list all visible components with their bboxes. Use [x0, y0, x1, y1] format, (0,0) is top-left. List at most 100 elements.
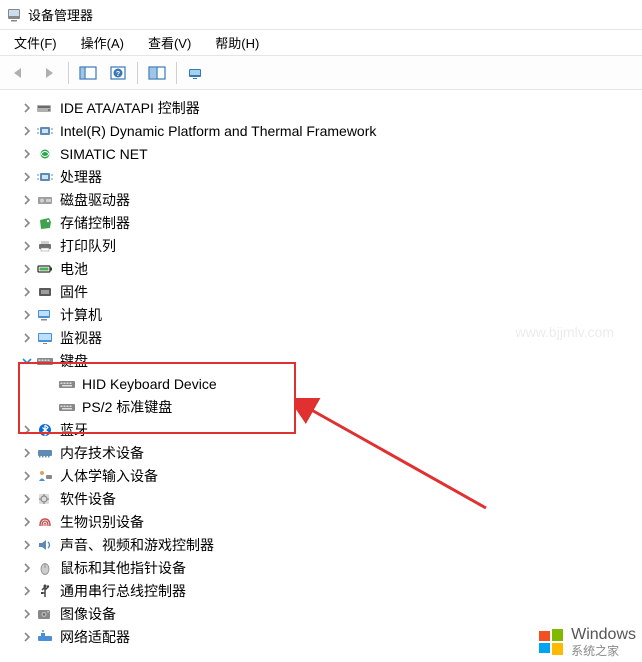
- battery-icon: [36, 260, 54, 278]
- computer-icon: [36, 306, 54, 324]
- tree-item-label: 计算机: [60, 305, 102, 325]
- tree-item[interactable]: 处理器: [0, 165, 642, 188]
- cpu-icon: [36, 168, 54, 186]
- tree-item-label: 键盘: [60, 351, 88, 371]
- collapse-icon[interactable]: [20, 354, 34, 368]
- expand-icon[interactable]: [20, 630, 34, 644]
- expand-icon[interactable]: [20, 308, 34, 322]
- tree-item-label: 通用串行总线控制器: [60, 581, 186, 601]
- device-tree[interactable]: IDE ATA/ATAPI 控制器 Intel(R) Dynamic Platfo…: [0, 90, 642, 660]
- menu-help[interactable]: 帮助(H): [207, 31, 267, 54]
- tree-item[interactable]: 人体学输入设备: [0, 464, 642, 487]
- expand-icon[interactable]: [20, 469, 34, 483]
- network-icon: [36, 628, 54, 646]
- properties-button[interactable]: [143, 59, 171, 87]
- image-icon: [36, 605, 54, 623]
- windows-icon: [539, 629, 565, 655]
- tree-item[interactable]: 软件设备: [0, 487, 642, 510]
- tree-item-label: 内存技术设备: [60, 443, 144, 463]
- window-title: 设备管理器: [28, 5, 93, 24]
- ide-icon: [36, 99, 54, 117]
- memory-icon: [36, 444, 54, 462]
- tree-item[interactable]: 蓝牙: [0, 418, 642, 441]
- tree-item[interactable]: 鼠标和其他指针设备: [0, 556, 642, 579]
- expand-icon[interactable]: [20, 170, 34, 184]
- expand-icon[interactable]: [20, 262, 34, 276]
- logo-sub: 系统之家: [571, 645, 636, 658]
- tree-item-label: 蓝牙: [60, 420, 88, 440]
- tree-item[interactable]: 通用串行总线控制器: [0, 579, 642, 602]
- tree-item-label: 人体学输入设备: [60, 466, 158, 486]
- tree-item[interactable]: 监视器: [0, 326, 642, 349]
- expand-icon[interactable]: [20, 446, 34, 460]
- branding-logo: Windows 系统之家: [539, 626, 636, 658]
- tree-item-label: 软件设备: [60, 489, 116, 509]
- expand-icon[interactable]: [20, 216, 34, 230]
- tree-item-label: 监视器: [60, 328, 102, 348]
- tree-item[interactable]: 磁盘驱动器: [0, 188, 642, 211]
- tree-item-label: HID Keyboard Device: [82, 376, 217, 392]
- expand-icon[interactable]: [20, 492, 34, 506]
- tree-item-label: 存储控制器: [60, 213, 130, 233]
- tree-item[interactable]: PS/2 标准键盘: [0, 395, 642, 418]
- tree-item[interactable]: 固件: [0, 280, 642, 303]
- monitor-icon: [36, 329, 54, 347]
- app-icon: [6, 7, 22, 23]
- expand-icon[interactable]: [20, 239, 34, 253]
- expand-icon[interactable]: [20, 515, 34, 529]
- expand-icon[interactable]: [20, 147, 34, 161]
- disk-icon: [36, 191, 54, 209]
- tree-item-label: IDE ATA/ATAPI 控制器: [60, 98, 200, 118]
- toolbar-separator: [176, 62, 177, 84]
- usb-icon: [36, 582, 54, 600]
- expand-icon[interactable]: [20, 101, 34, 115]
- tree-item[interactable]: 电池: [0, 257, 642, 280]
- tree-item[interactable]: 图像设备: [0, 602, 642, 625]
- expand-icon[interactable]: [20, 331, 34, 345]
- tree-item-label: 打印队列: [60, 236, 116, 256]
- expand-icon[interactable]: [20, 584, 34, 598]
- expand-icon[interactable]: [20, 538, 34, 552]
- expand-icon[interactable]: [20, 561, 34, 575]
- tree-item-label: 声音、视频和游戏控制器: [60, 535, 214, 555]
- expand-icon[interactable]: [20, 285, 34, 299]
- tree-item-label: Intel(R) Dynamic Platform and Thermal Fr…: [60, 123, 376, 139]
- tree-item-label: 处理器: [60, 167, 102, 187]
- menu-view[interactable]: 查看(V): [140, 31, 199, 54]
- tree-item-label: 鼠标和其他指针设备: [60, 558, 186, 578]
- tree-item-label: 生物识别设备: [60, 512, 144, 532]
- tree-item[interactable]: 键盘: [0, 349, 642, 372]
- tree-item-label: 图像设备: [60, 604, 116, 624]
- tree-item-label: 磁盘驱动器: [60, 190, 130, 210]
- expand-icon[interactable]: [20, 423, 34, 437]
- tree-item[interactable]: SIMATIC NET: [0, 142, 642, 165]
- chip-icon: [36, 122, 54, 140]
- expand-icon[interactable]: [20, 124, 34, 138]
- show-hide-console-button[interactable]: [74, 59, 102, 87]
- nav-forward-button[interactable]: [35, 59, 63, 87]
- tree-item[interactable]: HID Keyboard Device: [0, 372, 642, 395]
- scan-hardware-button[interactable]: [182, 59, 210, 87]
- logo-main: Windows: [571, 626, 636, 644]
- nav-back-button[interactable]: [5, 59, 33, 87]
- tree-item[interactable]: 打印队列: [0, 234, 642, 257]
- bluetooth-icon: [36, 421, 54, 439]
- tree-item[interactable]: IDE ATA/ATAPI 控制器: [0, 96, 642, 119]
- expander-placeholder: [42, 400, 56, 414]
- menu-file[interactable]: 文件(F): [6, 31, 65, 54]
- tree-item[interactable]: 计算机: [0, 303, 642, 326]
- storage-icon: [36, 214, 54, 232]
- expand-icon[interactable]: [20, 193, 34, 207]
- menu-action[interactable]: 操作(A): [73, 31, 132, 54]
- tree-item[interactable]: 声音、视频和游戏控制器: [0, 533, 642, 556]
- expand-icon[interactable]: [20, 607, 34, 621]
- tree-item-label: PS/2 标准键盘: [82, 397, 172, 417]
- help-button[interactable]: ?: [104, 59, 132, 87]
- tree-item[interactable]: 内存技术设备: [0, 441, 642, 464]
- tree-item[interactable]: Intel(R) Dynamic Platform and Thermal Fr…: [0, 119, 642, 142]
- tree-item-label: 固件: [60, 282, 88, 302]
- net-icon: [36, 145, 54, 163]
- keyboard-icon: [58, 375, 76, 393]
- tree-item[interactable]: 存储控制器: [0, 211, 642, 234]
- tree-item[interactable]: 生物识别设备: [0, 510, 642, 533]
